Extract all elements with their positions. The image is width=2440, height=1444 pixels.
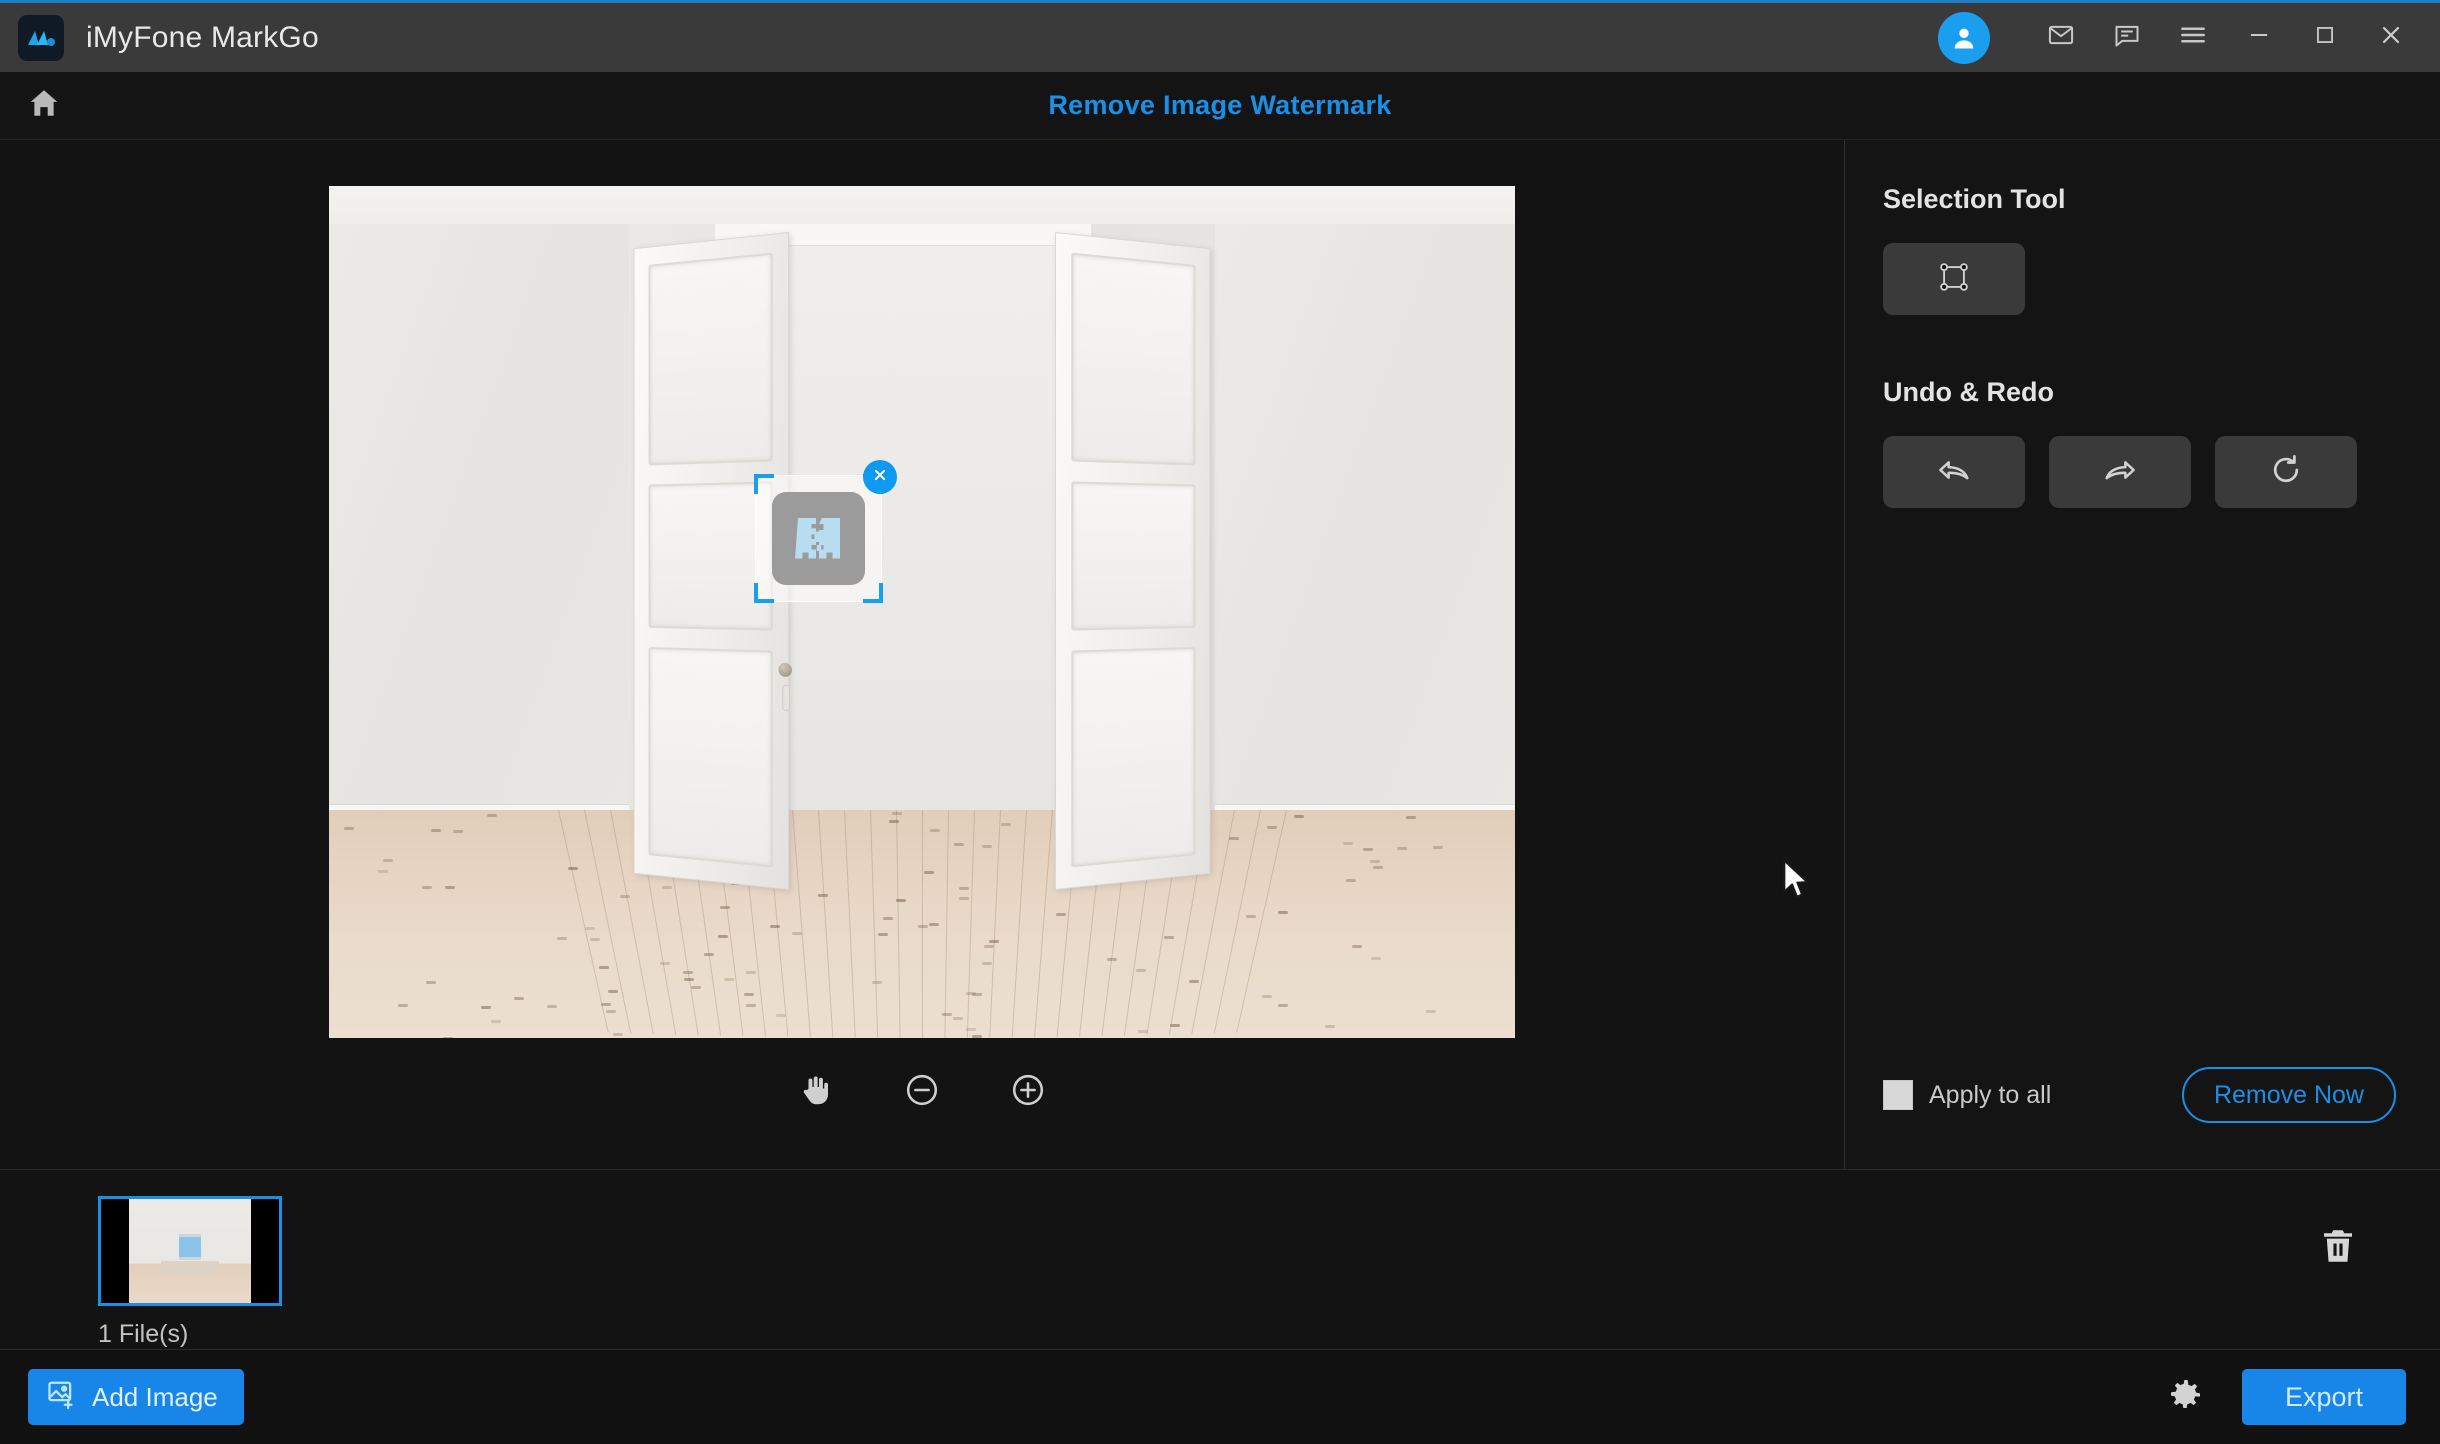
undo-button[interactable] xyxy=(1883,436,2025,508)
hand-icon xyxy=(798,1072,834,1113)
page-title: Remove Image Watermark xyxy=(0,90,2440,121)
selection-handle-top-left[interactable] xyxy=(754,474,774,494)
selection-close-button[interactable] xyxy=(863,460,897,494)
mail-button[interactable] xyxy=(2030,2,2092,74)
markgo-logo-icon xyxy=(18,15,64,61)
zoom-out-button[interactable] xyxy=(898,1068,946,1116)
minimize-icon xyxy=(2245,21,2273,54)
app-title: iMyFone MarkGo xyxy=(86,21,319,55)
filmstrip-bar: 1 File(s) xyxy=(0,1170,2440,1350)
close-circle-icon xyxy=(871,466,889,489)
undo-redo-heading: Undo & Redo xyxy=(1883,377,2440,408)
plus-circle-icon xyxy=(1010,1072,1046,1113)
selection-tool-row xyxy=(1883,243,2440,315)
settings-button[interactable] xyxy=(2162,1374,2208,1420)
trash-icon xyxy=(2317,1225,2359,1272)
window-controls xyxy=(1938,3,2440,72)
home-icon xyxy=(27,86,61,125)
redo-arrow-icon xyxy=(2101,451,2139,494)
maximize-button[interactable] xyxy=(2294,2,2356,74)
refresh-circle-icon xyxy=(2268,452,2304,493)
preview-photo xyxy=(329,186,1515,1038)
minimize-button[interactable] xyxy=(2228,2,2290,74)
export-button[interactable]: Export xyxy=(2242,1369,2406,1425)
minus-circle-icon xyxy=(904,1072,940,1113)
selection-handle-bottom-left[interactable] xyxy=(754,583,774,603)
account-avatar[interactable] xyxy=(1938,12,1990,64)
add-image-button[interactable]: Add Image xyxy=(28,1369,244,1425)
image-plus-icon xyxy=(46,1378,78,1417)
undo-arrow-icon xyxy=(1935,451,1973,494)
watermark-selection-box[interactable] xyxy=(756,476,881,601)
apply-to-all-checkbox[interactable] xyxy=(1883,1080,1913,1110)
selection-tool-heading: Selection Tool xyxy=(1883,184,2440,215)
rectangle-selection-button[interactable] xyxy=(1883,243,2025,315)
bottom-bar-right: Export xyxy=(2162,1369,2406,1425)
redo-button[interactable] xyxy=(2049,436,2191,508)
menu-button[interactable] xyxy=(2162,2,2224,74)
file-count-label: 1 File(s) xyxy=(98,1320,282,1349)
pan-tool-button[interactable] xyxy=(792,1068,840,1116)
main-body: Selection Tool Undo & Redo Apply to all … xyxy=(0,140,2440,1170)
app-window: iMyFone MarkGo Remove Image Watermark Se… xyxy=(0,0,2440,1444)
maximize-icon xyxy=(2312,22,2338,53)
watermark-film-logo-icon xyxy=(772,492,865,585)
tools-sidebar: Selection Tool Undo & Redo Apply to all … xyxy=(1844,140,2440,1170)
title-bar: iMyFone MarkGo xyxy=(0,0,2440,72)
add-image-label: Add Image xyxy=(92,1382,218,1413)
hamburger-menu-icon xyxy=(2178,20,2208,55)
page-header: Remove Image Watermark xyxy=(0,72,2440,140)
reset-button[interactable] xyxy=(2215,436,2357,508)
mouse-pointer-icon xyxy=(1782,859,1812,906)
thumbnail-item[interactable] xyxy=(98,1196,282,1306)
delete-file-button[interactable] xyxy=(2310,1220,2366,1276)
canvas-zoom-toolbar xyxy=(329,1068,1515,1116)
home-button[interactable] xyxy=(16,78,72,134)
bottom-bar: Add Image Export xyxy=(0,1350,2440,1444)
zoom-in-button[interactable] xyxy=(1004,1068,1052,1116)
apply-to-all-label: Apply to all xyxy=(1929,1081,2051,1110)
chat-bubble-icon xyxy=(2113,21,2141,54)
sidebar-footer: Apply to all Remove Now xyxy=(1845,1067,2440,1169)
gear-icon xyxy=(2165,1375,2205,1420)
image-canvas[interactable] xyxy=(329,186,1515,1038)
close-icon xyxy=(2377,21,2405,54)
envelope-icon xyxy=(2047,21,2075,54)
remove-now-button[interactable]: Remove Now xyxy=(2182,1067,2396,1123)
selection-handle-bottom-right[interactable] xyxy=(863,583,883,603)
close-button[interactable] xyxy=(2360,2,2422,74)
thumbnail-column: 1 File(s) xyxy=(98,1196,282,1349)
feedback-button[interactable] xyxy=(2096,2,2158,74)
undo-redo-row xyxy=(1883,436,2440,508)
rectangle-select-icon xyxy=(1937,260,1971,299)
canvas-area xyxy=(0,140,1844,1170)
